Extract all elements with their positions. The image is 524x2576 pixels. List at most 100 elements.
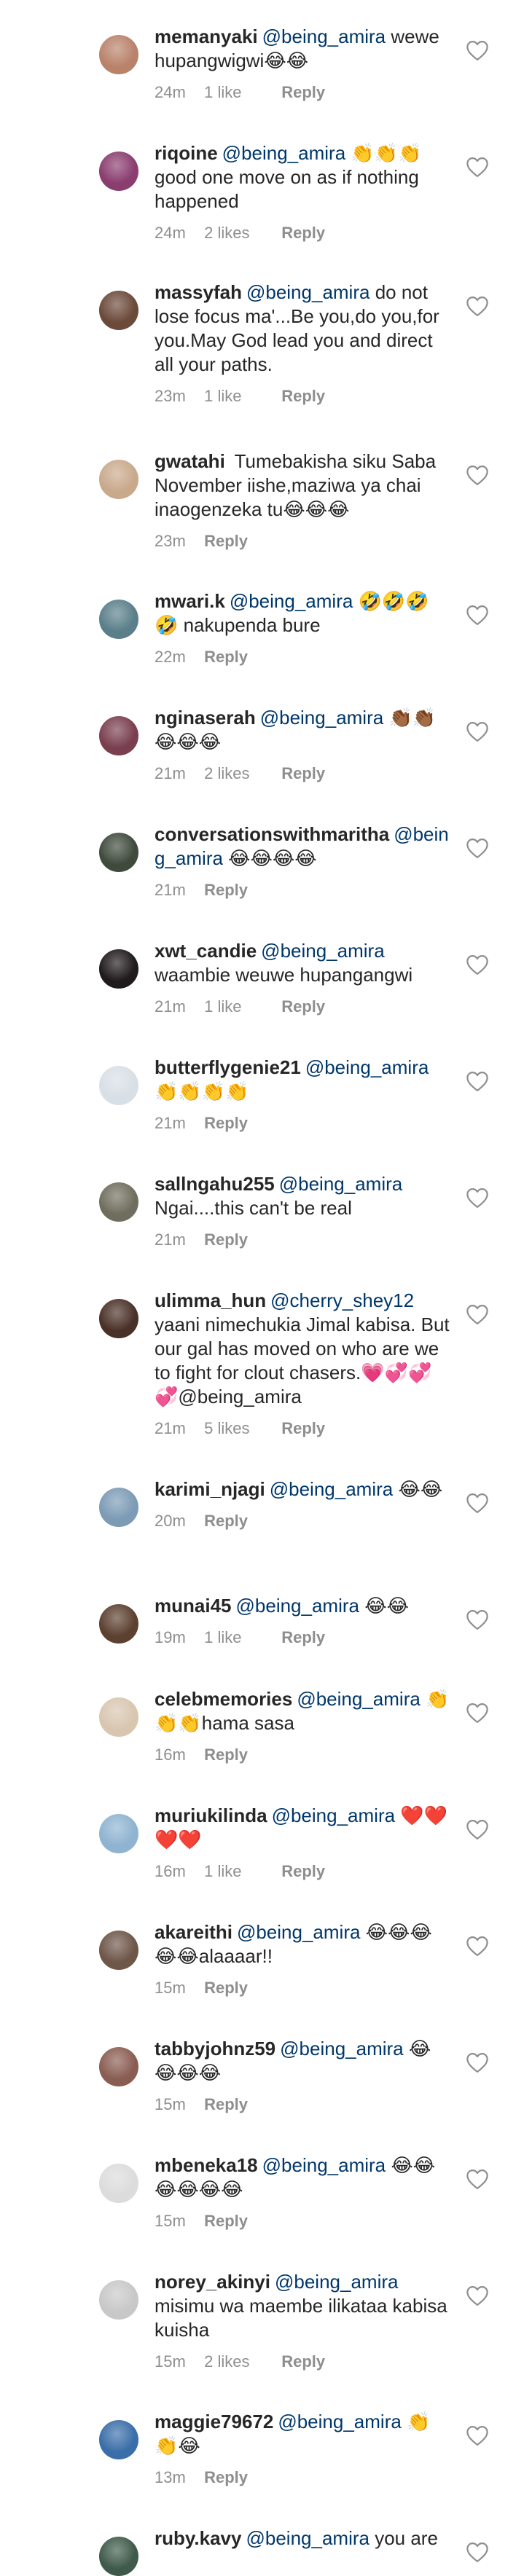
reply-button[interactable]: Reply	[281, 764, 325, 783]
avatar[interactable]	[99, 291, 138, 330]
comment-mention[interactable]: @being_amira	[305, 1056, 429, 1078]
heart-icon[interactable]	[465, 1492, 490, 1514]
avatar[interactable]	[99, 1697, 138, 1737]
comment-mention[interactable]: @being_amira	[262, 2154, 386, 2176]
comment-username[interactable]: memanyaki	[155, 25, 258, 47]
avatar[interactable]	[99, 833, 138, 872]
reply-button[interactable]: Reply	[204, 2095, 248, 2114]
reply-button[interactable]: Reply	[281, 1862, 325, 1881]
heart-icon[interactable]	[465, 1935, 490, 1957]
avatar[interactable]	[99, 2047, 138, 2086]
avatar[interactable]	[99, 600, 138, 639]
comment-likes[interactable]: 2 likes	[204, 2352, 277, 2371]
comment-likes[interactable]: 1 like	[204, 1862, 277, 1881]
comment-likes[interactable]: 1 like	[204, 83, 277, 102]
comment-username[interactable]: maggie79672	[155, 2411, 273, 2432]
heart-icon[interactable]	[465, 604, 490, 626]
avatar[interactable]	[99, 1488, 138, 1527]
avatar[interactable]	[99, 949, 138, 989]
avatar[interactable]	[99, 1182, 138, 1222]
comment-likes[interactable]: 2 likes	[204, 764, 277, 783]
avatar[interactable]	[99, 1066, 138, 1105]
avatar[interactable]	[99, 1931, 138, 1970]
comment-mention[interactable]: @being_amira	[246, 2527, 369, 2549]
comment-mention[interactable]: @being_amira	[270, 1478, 393, 1500]
comment-mention[interactable]: @being_amira	[222, 142, 345, 164]
comment-username[interactable]: massyfah	[155, 281, 242, 303]
avatar[interactable]	[99, 2280, 138, 2320]
reply-button[interactable]: Reply	[204, 881, 248, 900]
comment-mention[interactable]: @being_amira	[260, 707, 383, 729]
comment-username[interactable]: xwt_candie	[155, 940, 257, 962]
comment-mention[interactable]: @being_amira	[230, 590, 353, 612]
heart-icon[interactable]	[465, 156, 490, 178]
avatar[interactable]	[99, 2537, 138, 2576]
comment-mention[interactable]: @being_amira	[280, 2038, 403, 2059]
comment-username[interactable]: muriukilinda	[155, 1805, 267, 1826]
heart-icon[interactable]	[465, 837, 490, 859]
heart-icon[interactable]	[465, 1818, 490, 1840]
comment-username[interactable]: nginaserah	[155, 707, 256, 729]
comment-mention[interactable]: @being_amira	[237, 1921, 360, 1943]
comment-username[interactable]: ulimma_hun	[155, 1289, 266, 1311]
comment-username[interactable]: sallngahu255	[155, 1173, 275, 1195]
heart-icon[interactable]	[465, 1070, 490, 1092]
comment-username[interactable]: ruby.kavy	[155, 2527, 241, 2549]
reply-button[interactable]: Reply	[281, 224, 325, 243]
comment-mention[interactable]: @being_amira	[261, 940, 384, 962]
reply-button[interactable]: Reply	[281, 997, 325, 1016]
comment-likes[interactable]: 2 likes	[204, 224, 277, 243]
avatar[interactable]	[99, 1814, 138, 1853]
reply-button[interactable]: Reply	[204, 1979, 248, 1998]
comment-username[interactable]: celebmemories	[155, 1688, 292, 1710]
comment-mention[interactable]: @being_amira	[297, 1688, 420, 1710]
comment-likes[interactable]: 1 like	[204, 997, 277, 1016]
comment-username[interactable]: mwari.k	[155, 590, 225, 612]
reply-button[interactable]: Reply	[204, 1512, 248, 1531]
comment-mention[interactable]: @cherry_shey12	[270, 1289, 414, 1311]
comment-username[interactable]: munai45	[155, 1595, 232, 1617]
reply-button[interactable]: Reply	[204, 2212, 248, 2231]
reply-button[interactable]: Reply	[281, 1419, 325, 1438]
heart-icon[interactable]	[465, 2168, 490, 2190]
reply-button[interactable]: Reply	[204, 1114, 248, 1133]
avatar[interactable]	[99, 35, 138, 74]
heart-icon[interactable]	[465, 1303, 490, 1325]
heart-icon[interactable]	[465, 39, 490, 61]
reply-button[interactable]: Reply	[204, 1746, 248, 1764]
reply-button[interactable]: Reply	[204, 2468, 248, 2487]
comment-username[interactable]: tabbyjohnz59	[155, 2038, 275, 2059]
comment-username[interactable]: akareithi	[155, 1921, 232, 1943]
avatar[interactable]	[99, 2164, 138, 2203]
comment-mention[interactable]: @being_amira	[278, 2411, 401, 2432]
comment-likes[interactable]: 1 like	[204, 1628, 277, 1647]
reply-button[interactable]: Reply	[281, 1628, 325, 1647]
heart-icon[interactable]	[465, 2541, 490, 2563]
reply-button[interactable]: Reply	[204, 648, 248, 667]
avatar[interactable]	[99, 152, 138, 191]
comment-username[interactable]: conversationswithmaritha	[155, 823, 389, 845]
comment-mention[interactable]: @being_amira	[246, 281, 369, 303]
comment-mention[interactable]: @being_amira	[279, 1173, 402, 1195]
comment-username[interactable]: norey_akinyi	[155, 2271, 270, 2293]
comment-username[interactable]: butterflygenie21	[155, 1056, 301, 1078]
heart-icon[interactable]	[465, 2285, 490, 2306]
comment-likes[interactable]: 1 like	[204, 387, 277, 406]
heart-icon[interactable]	[465, 1609, 490, 1630]
heart-icon[interactable]	[465, 1702, 490, 1724]
comment-mention[interactable]: @being_amira	[275, 2271, 398, 2293]
avatar[interactable]	[99, 716, 138, 755]
comment-mention[interactable]: @being_amira	[262, 25, 386, 47]
heart-icon[interactable]	[465, 295, 490, 317]
comment-likes[interactable]: 5 likes	[204, 1419, 277, 1438]
comment-mention[interactable]: @being_amira	[272, 1805, 395, 1826]
heart-icon[interactable]	[465, 2051, 490, 2073]
comment-username[interactable]: karimi_njagi	[155, 1478, 265, 1500]
heart-icon[interactable]	[465, 720, 490, 742]
reply-button[interactable]: Reply	[281, 2352, 325, 2371]
heart-icon[interactable]	[465, 954, 490, 975]
comment-username[interactable]: mbeneka18	[155, 2154, 258, 2176]
heart-icon[interactable]	[465, 2424, 490, 2446]
reply-button[interactable]: Reply	[281, 387, 325, 406]
avatar[interactable]	[99, 1299, 138, 1338]
